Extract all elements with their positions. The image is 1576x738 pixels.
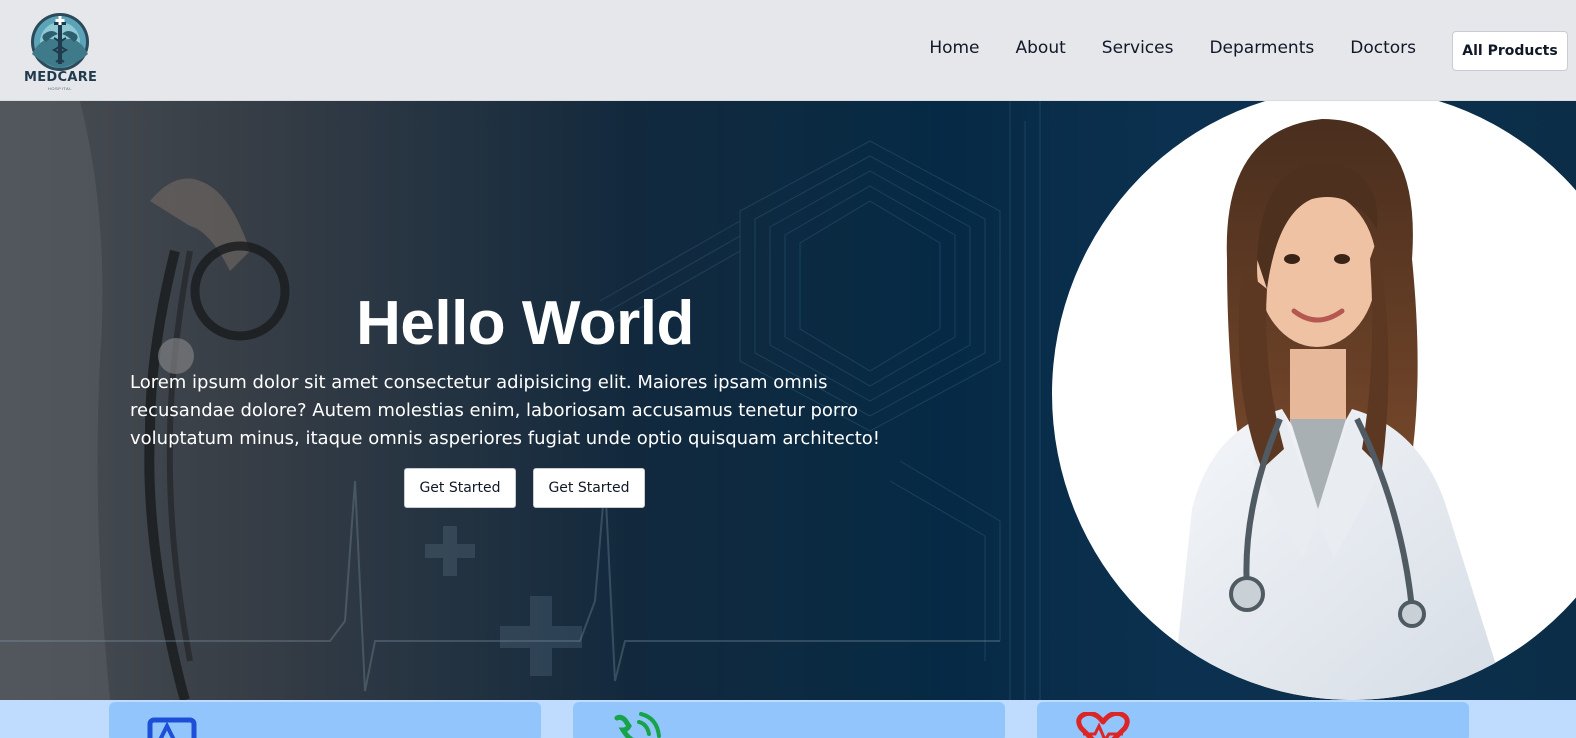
brand-tagline: HOSPITAL xyxy=(47,86,73,91)
phone-call-icon xyxy=(614,712,661,738)
brand-name: MEDCARE xyxy=(24,70,98,85)
get-started-button[interactable]: Get Started xyxy=(404,468,516,508)
nav-link-departments[interactable]: Deparments xyxy=(1209,38,1314,58)
hero-section: Hello World Lorem ipsum dolor sit amet c… xyxy=(0,101,1576,700)
navbar: MEDCARE HOSPITAL Home About Services Dep… xyxy=(0,0,1576,101)
brand-logo[interactable]: MEDCARE HOSPITAL xyxy=(24,12,98,92)
hero-description: Lorem ipsum dolor sit amet consectetur a… xyxy=(130,372,880,449)
caduceus-logo-icon xyxy=(31,13,89,71)
main-nav: Home About Services Deparments Doctors xyxy=(893,38,1416,58)
doctor-portrait xyxy=(1052,101,1576,700)
nav-link-doctors[interactable]: Doctors xyxy=(1350,38,1416,58)
nav-link-services[interactable]: Services xyxy=(1102,38,1174,58)
heart-pulse-icon xyxy=(1076,712,1130,738)
all-products-button[interactable]: All Products xyxy=(1452,31,1568,71)
features-strip xyxy=(0,700,1576,738)
nav-link-home[interactable]: Home xyxy=(929,38,979,58)
monitor-pulse-icon xyxy=(147,717,197,738)
feature-card[interactable] xyxy=(109,702,541,738)
get-started-secondary-button[interactable]: Get Started xyxy=(533,468,645,508)
feature-card[interactable] xyxy=(1037,702,1469,738)
feature-card[interactable] xyxy=(573,702,1005,738)
nav-link-about[interactable]: About xyxy=(1016,38,1066,58)
hero-title: Hello World xyxy=(356,289,694,358)
